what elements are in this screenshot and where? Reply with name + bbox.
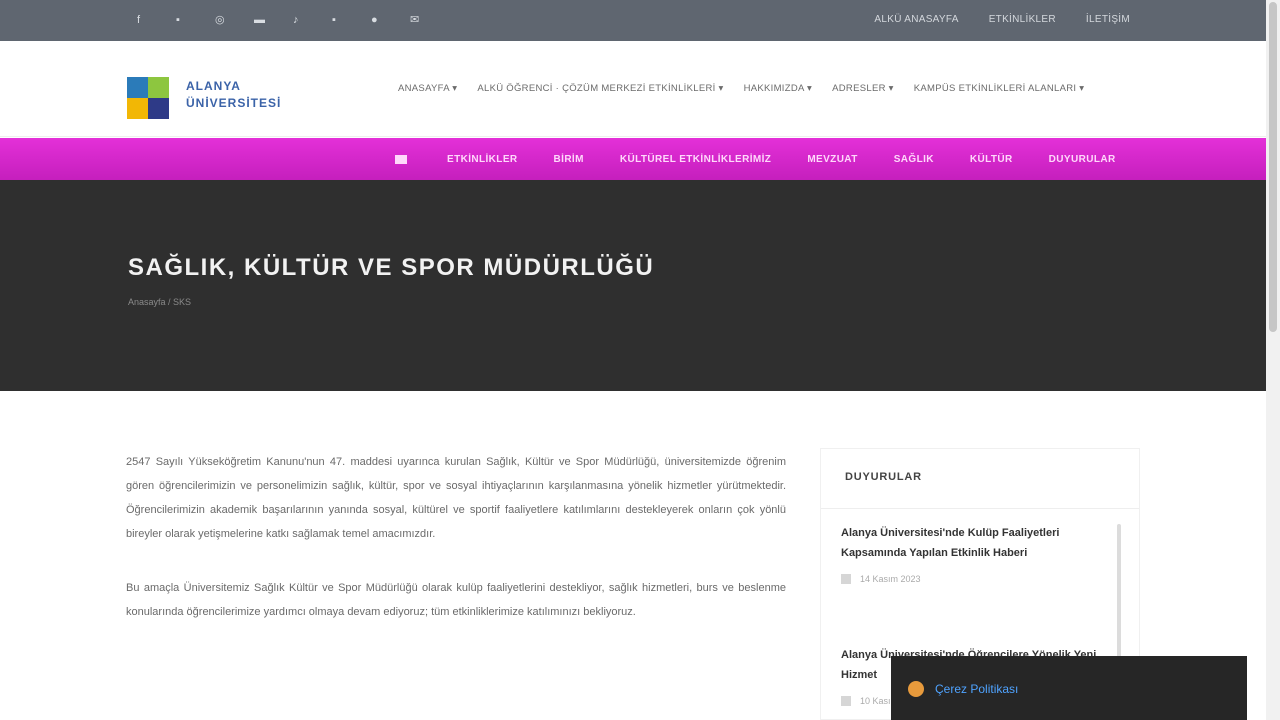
news-title[interactable]: Alanya Üniversitesi'nde Kulüp Faaliyetle… (841, 523, 1109, 563)
page-title: SAĞLIK, KÜLTÜR VE SPOR MÜDÜRLÜĞÜ (128, 254, 655, 281)
calendar-icon (841, 696, 851, 706)
scrollbar-thumb[interactable] (1269, 2, 1277, 332)
breadcrumb[interactable]: Anasayfa / SKS (128, 296, 191, 308)
cookie-icon (908, 681, 924, 697)
site-header: ALANYA ÜNİVERSİTESİ ANASAYFA ▾ ALKÜ ÖĞRE… (0, 41, 1266, 137)
top-link-contact[interactable]: İLETİŞİM (1086, 13, 1130, 27)
instagram-icon[interactable]: ◎ (215, 13, 254, 27)
pinterest-icon[interactable]: ● (371, 13, 410, 27)
page-hero: SAĞLIK, KÜLTÜR VE SPOR MÜDÜRLÜĞÜ Anasayf… (0, 180, 1266, 391)
news-date: 14 Kasım 2023 (841, 572, 1109, 586)
news-item[interactable]: Alanya Üniversitesi'nde Kulüp Faaliyetle… (841, 523, 1109, 586)
email-icon[interactable]: ✉ (410, 13, 449, 27)
home-icon[interactable] (391, 152, 411, 168)
facebook-icon[interactable]: f (137, 13, 176, 27)
cookie-banner: Çerez Politikası (891, 656, 1247, 720)
nav-item-campus[interactable]: KAMPÜS ETKİNLİKLERİ ALANLARI ▾ (914, 83, 1085, 95)
logo-line-1: ALANYA (186, 79, 241, 93)
social-links: f ▪ ◎ ▬ ♪ ▪ ● ✉ (137, 13, 449, 27)
sidebar-heading: DUYURULAR (845, 471, 922, 483)
top-link-events[interactable]: ETKİNLİKLER (989, 13, 1056, 27)
linkedin-icon[interactable]: ▪ (332, 13, 371, 27)
content-paragraph: 2547 Sayılı Yükseköğretim Kanunu'nun 47.… (126, 456, 786, 540)
logo-line-2: ÜNİVERSİTESİ (186, 96, 282, 110)
cookie-policy-link[interactable]: Çerez Politikası (935, 682, 1018, 696)
nav-item-student-center[interactable]: ALKÜ ÖĞRENCİ · ÇÖZÜM MERKEZİ ETKİNLİKLER… (477, 83, 723, 95)
top-link-home[interactable]: ALKÜ ANASAYFA (874, 13, 958, 27)
tiktok-icon[interactable]: ♪ (293, 13, 332, 27)
nav-item-addresses[interactable]: ADRESLER ▾ (832, 83, 894, 95)
divider (821, 508, 1139, 509)
main-nav: ANASAYFA ▾ ALKÜ ÖĞRENCİ · ÇÖZÜM MERKEZİ … (398, 83, 1084, 95)
subnav-item-regulations[interactable]: MEVZUAT (807, 154, 857, 166)
youtube-icon[interactable]: ▬ (254, 13, 293, 27)
nav-item-home[interactable]: ANASAYFA ▾ (398, 83, 457, 95)
calendar-icon (841, 574, 851, 584)
content-paragraph: Bu amaçla Üniversitemiz Sağlık Kültür ve… (126, 582, 786, 618)
top-bar: f ▪ ◎ ▬ ♪ ▪ ● ✉ ALKÜ ANASAYFA ETKİNLİKLER İLETİ… (0, 0, 1266, 41)
main-content: 2547 Sayılı Yükseköğretim Kanunu'nun 47.… (126, 450, 786, 654)
top-links: ALKÜ ANASAYFA ETKİNLİKLER İLETİŞİM (874, 13, 1130, 27)
subnav-item-health[interactable]: SAĞLIK (894, 154, 934, 166)
university-logo-icon[interactable] (127, 77, 169, 119)
logo-text[interactable]: ALANYA ÜNİVERSİTESİ (186, 78, 281, 112)
sub-nav: ETKİNLİKLER BİRİM KÜLTÜREL ETKİNLİKLERİM… (0, 138, 1266, 180)
subnav-item-culture[interactable]: KÜLTÜR (970, 154, 1013, 166)
twitter-icon[interactable]: ▪ (176, 13, 215, 27)
subnav-item-unit[interactable]: BİRİM (554, 154, 584, 166)
news-date-text: 14 Kasım 2023 (860, 574, 921, 584)
page-scrollbar[interactable] (1266, 0, 1280, 720)
subnav-item-events[interactable]: ETKİNLİKLER (447, 154, 518, 166)
subnav-item-cultural[interactable]: KÜLTÜREL ETKİNLİKLERİMİZ (620, 154, 771, 166)
nav-item-about[interactable]: HAKKIMIZDA ▾ (744, 83, 813, 95)
subnav-item-announcements[interactable]: DUYURULAR (1049, 154, 1116, 166)
